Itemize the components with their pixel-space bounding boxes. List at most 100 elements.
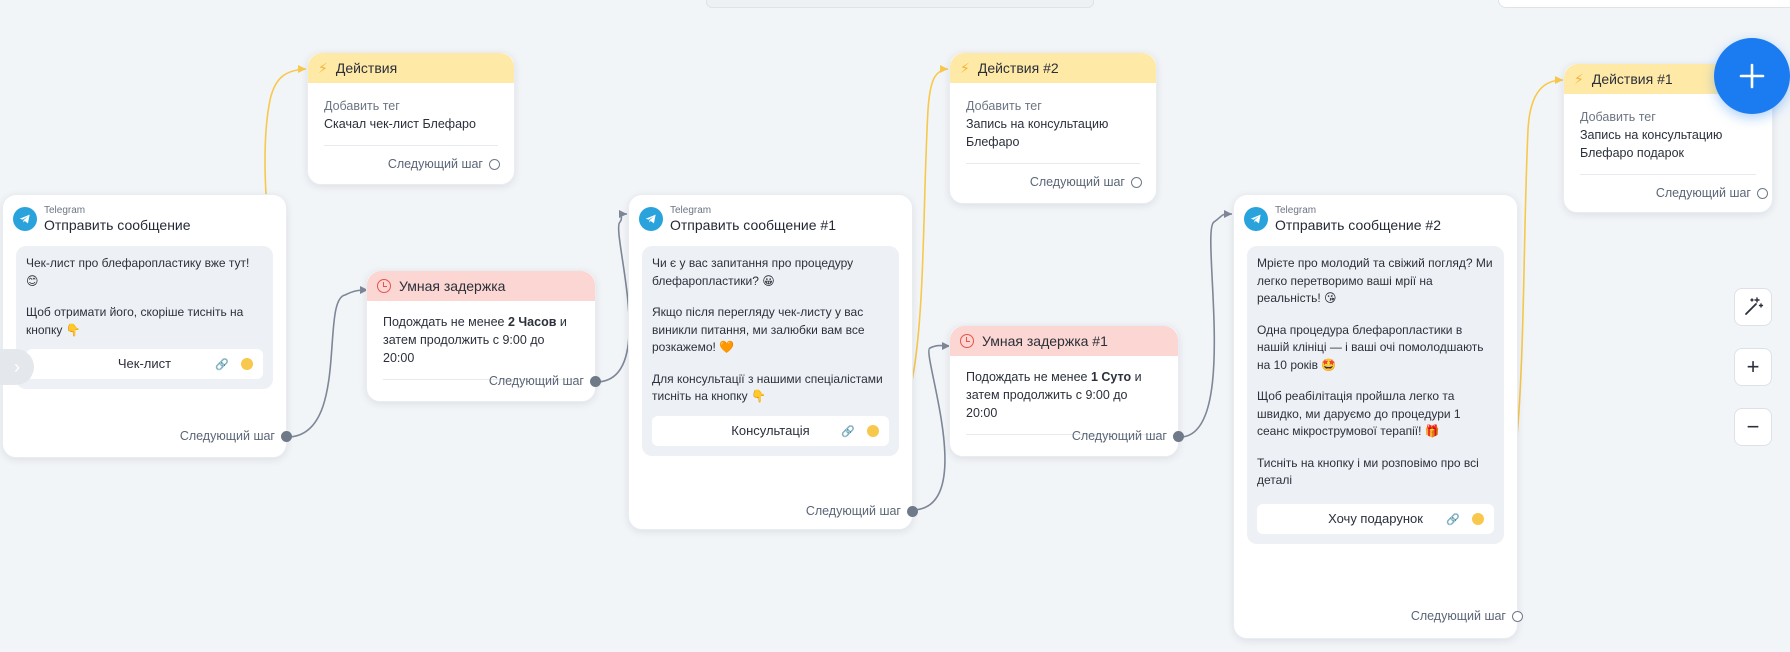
divider [1580,174,1756,175]
divider [966,163,1140,164]
channel-label: Telegram [670,205,712,216]
button-label: Чек-лист [117,356,172,372]
inline-button[interactable]: Чек-лист 🔗 [26,349,263,379]
clock-icon [377,279,391,293]
lightning-icon: ⚡ [318,60,328,76]
next-step[interactable]: Следующий шаг [489,374,601,388]
message-text: Чек-лист про блефаропластику вже тут! 😊 [26,256,250,288]
next-step[interactable]: Следующий шаг [388,157,500,171]
inline-button[interactable]: Хочу подарунок 🔗 [1257,503,1494,534]
next-step[interactable]: Следующий шаг [806,504,918,518]
divider [324,145,498,146]
zoom-in-button[interactable]: + [1734,348,1772,386]
message-bubble[interactable]: Чи є у вас запитання про процедуру блефа… [642,246,899,456]
button-port[interactable] [241,358,253,370]
delay-amount: 1 Суто [1090,370,1132,384]
next-step[interactable]: Следующий шаг [180,429,292,443]
tag-value: Запись на консультацию [966,117,1109,131]
wire-delay2-to-msg3 [1179,213,1233,438]
node-title: Действия #2 [977,60,1059,76]
node-title: Действия [335,60,398,76]
message-text: Тисніть на кнопку і ми розповімо про всі… [1257,455,1479,488]
add-tag-label: Добавить тег [966,99,1042,113]
delay-text: Подождать не менее 1 Суто и [966,370,1142,384]
next-step-label: Следующий шаг [805,504,901,518]
wire-arrow [940,65,948,73]
wire-arrow [619,210,627,218]
delay-window: затем продолжить с 9:00 до 20:00 [383,333,545,365]
clock-icon [960,334,974,348]
next-step-label: Следующий шаг [488,374,584,388]
wire-delay1-to-msg2 [595,213,630,383]
node-title: Умная задержка #1 [982,333,1108,349]
magic-wand-icon [1745,297,1764,315]
zoom-out-button[interactable]: − [1734,408,1772,446]
next-step-label: Следующий шаг [387,157,483,171]
next-step-label: Следующий шаг [1655,186,1751,200]
top-right-panel [1498,0,1790,8]
message-text: Щоб реабілітація пройшла легко та швидко… [1257,389,1461,438]
next-step-port[interactable] [489,158,500,170]
add-tag-label: Добавить тег [1580,110,1656,124]
next-step-port[interactable] [1512,610,1523,622]
button-port[interactable] [1472,512,1484,525]
node-title: Отправить сообщение #1 [670,217,837,233]
send-message-node[interactable]: Telegram Отправить сообщение #2 Мрієте п… [1233,194,1523,639]
inline-button[interactable]: Консультація 🔗 [652,415,889,446]
next-step-port[interactable] [1173,430,1184,442]
telegram-icon [13,207,37,231]
add-step-button[interactable] [1714,38,1790,114]
tag-value: Блефаро подарок [1580,146,1684,160]
message-text: Якщо після перегляду чек-листу у вас вин… [652,305,865,354]
plus-icon: + [1746,354,1760,379]
auto-arrange-button[interactable] [1734,288,1772,326]
next-step[interactable]: Следующий шаг [1030,175,1142,189]
lightning-icon: ⚡ [1574,71,1584,87]
actions-node[interactable]: ⚡ Действия #2 Добавить тег Запись на кон… [949,52,1157,204]
wire-arrow [1224,210,1232,218]
next-step-label: Следующий шаг [1029,175,1125,189]
top-toolbar [706,0,1094,8]
message-bubble[interactable]: Мрієте про молодий та свіжий погляд? Ми … [1247,246,1504,544]
message-text: Щоб отримати його, скоріше тисніть на кн… [26,305,244,337]
node-title: Умная задержка [399,278,506,294]
next-step-label: Следующий шаг [1410,609,1506,623]
message-bubble[interactable]: Чек-лист про блефаропластику вже тут! 😊 … [16,246,273,389]
telegram-icon [639,207,663,231]
button-port[interactable] [867,424,879,437]
next-step[interactable]: Следующий шаг [1656,186,1768,200]
node-title: Отправить сообщение [44,217,191,233]
button-label: Хочу подарунок [1328,510,1423,526]
message-text: Одна процедура блефаропластики в нашій к… [1257,322,1484,372]
wire-msg2-to-delay2 [911,344,951,511]
next-step-port[interactable] [590,375,601,387]
wire-arrow [1555,76,1563,84]
tag-value: Запись на консультацию [1580,128,1723,142]
next-step[interactable]: Следующий шаг [1072,429,1184,443]
delay-text: Подождать не менее 2 Часов и [383,315,567,329]
send-message-node[interactable]: Telegram Отправить сообщение Чек-лист пр… [2,194,292,458]
tag-value: Скачал чек-лист Блефаро [324,117,476,131]
lightning-icon: ⚡ [960,60,970,76]
node-title: Отправить сообщение #2 [1275,217,1442,233]
link-icon: 🔗 [1446,513,1460,526]
wire-msg1-to-delay1 [286,289,369,438]
smart-delay-node[interactable]: Умная задержка Подождать не менее 2 Часо… [366,270,601,402]
chevron-right-icon: › [14,356,20,377]
next-step-label: Следующий шаг [179,429,275,443]
next-step-port[interactable] [281,430,292,442]
smart-delay-node[interactable]: Умная задержка #1 Подождать не менее 1 С… [949,325,1184,457]
channel-label: Telegram [44,205,86,216]
plus-icon [1739,63,1765,89]
next-step-port[interactable] [1757,187,1768,199]
next-step-label: Следующий шаг [1071,429,1167,443]
next-step[interactable]: Следующий шаг [1411,609,1523,623]
next-step-port[interactable] [907,505,918,517]
flow-canvas[interactable]: ⚡ Действия Добавить тег Скачал чек-лист … [0,0,1790,652]
actions-node[interactable]: ⚡ Действия Добавить тег Скачал чек-лист … [307,52,515,185]
link-icon: 🔗 [215,359,229,371]
send-message-node[interactable]: Telegram Отправить сообщение #1 Чи є у в… [628,194,918,530]
telegram-icon [1244,207,1268,231]
next-step-port[interactable] [1131,176,1142,188]
message-text: Чи є у вас запитання про процедуру блефа… [652,256,854,288]
